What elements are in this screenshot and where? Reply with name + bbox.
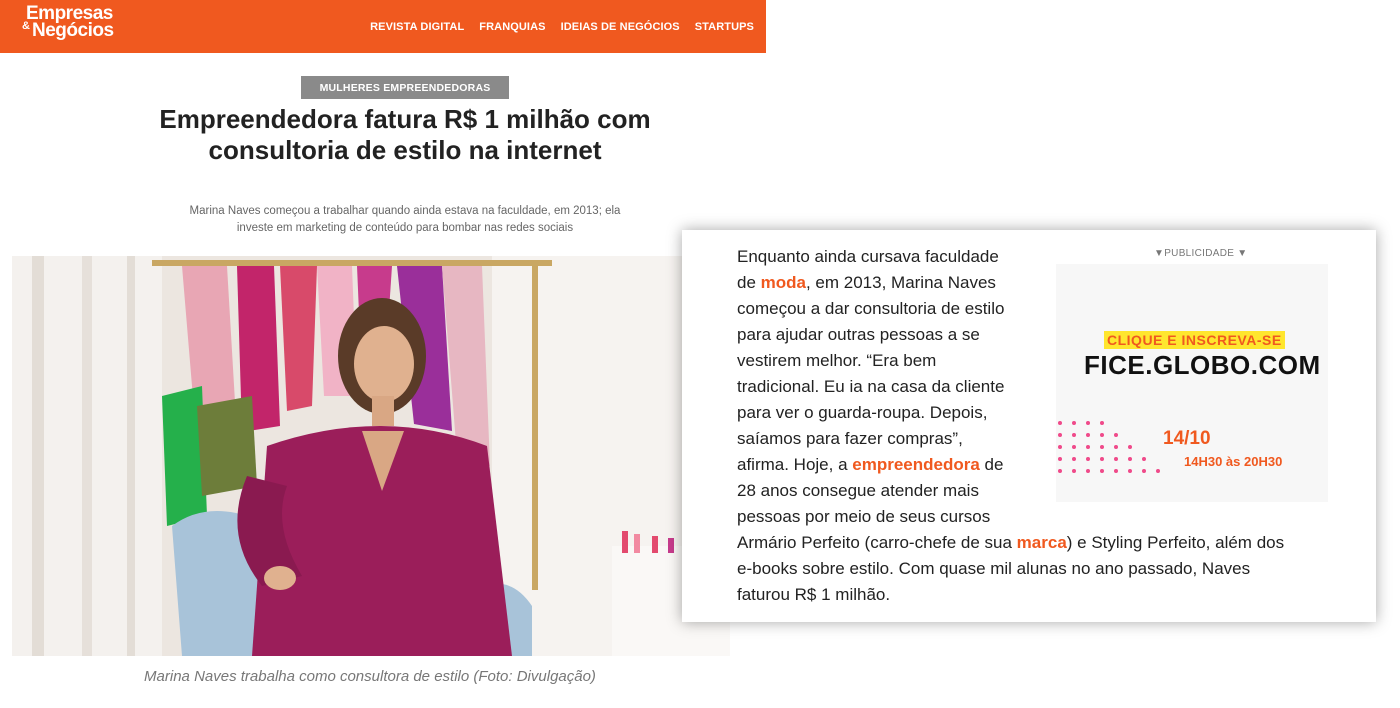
ad-dots-decoration: [1058, 421, 1160, 473]
body-text-segment: tradicional. Eu ia na casa da cliente: [737, 377, 1005, 396]
site-logo[interactable]: Empresas & Negócios: [22, 4, 116, 47]
article-body-card: Enquanto ainda cursava faculdade de moda,…: [682, 230, 1376, 622]
body-text-segment: faturou R$ 1 milhão.: [737, 585, 891, 604]
keyword-link[interactable]: marca: [1017, 533, 1067, 552]
photo-caption: Marina Naves trabalha como consultora de…: [144, 668, 596, 685]
ad-site[interactable]: FICE.GLOBO.COM: [1084, 350, 1321, 381]
body-text-segment: vestirem melhor. “Era bem: [737, 351, 937, 370]
ad-date: 14/10: [1163, 428, 1211, 449]
body-text-segment: , em 2013, Marina Naves: [805, 273, 996, 292]
body-line: pessoas por meio de seus cursos: [737, 504, 1337, 530]
nav-franquias[interactable]: FRANQUIAS: [479, 21, 545, 33]
category-tag[interactable]: MULHERES EMPREENDEDORAS: [301, 76, 509, 99]
keyword-link[interactable]: moda: [761, 273, 806, 292]
logo-line-2: Negócios: [32, 20, 114, 42]
advertisement[interactable]: CLIQUE E INSCREVA-SE FICE.GLOBO.COM 14/1…: [1056, 264, 1328, 502]
body-text-segment: Enquanto ainda cursava faculdade: [737, 247, 999, 266]
body-text-segment: de: [979, 455, 1004, 474]
article-title: Empreendedora fatura R$ 1 milhão com con…: [159, 104, 651, 165]
keyword-link[interactable]: empreendedora: [852, 455, 980, 474]
body-text-segment: começou a dar consultoria de estilo: [737, 299, 1005, 318]
ad-cta[interactable]: CLIQUE E INSCREVA-SE: [1104, 331, 1285, 349]
body-text-segment: ) e Styling Perfeito, além dos: [1066, 533, 1285, 552]
ad-time: 14H30 às 20H30: [1184, 454, 1283, 469]
main-nav: REVISTA DIGITAL FRANQUIAS IDEIAS DE NEGÓ…: [370, 0, 754, 53]
body-text-segment: e-books sobre estilo. Com quase mil alun…: [737, 559, 1251, 578]
body-text-segment: para ver o guarda-roupa. Depois,: [737, 403, 988, 422]
nav-ideias-de-negocios[interactable]: IDEIAS DE NEGÓCIOS: [561, 21, 680, 33]
body-text-segment: afirma. Hoje, a: [737, 455, 853, 474]
body-line: Armário Perfeito (carro-chefe de sua mar…: [737, 530, 1337, 556]
body-text-segment: Armário Perfeito (carro-chefe de sua: [737, 533, 1017, 552]
body-line: faturou R$ 1 milhão.: [737, 582, 1337, 608]
nav-revista-digital[interactable]: REVISTA DIGITAL: [370, 21, 464, 33]
logo-ampersand: &: [22, 20, 30, 32]
body-text-segment: saíamos para fazer compras”,: [737, 429, 963, 448]
body-text-segment: 28 anos consegue atender mais: [737, 481, 979, 500]
body-text-segment: de: [737, 273, 761, 292]
body-text-segment: pessoas por meio de seus cursos: [737, 507, 991, 526]
article-photo: [12, 256, 730, 656]
article-photo-illustration: [12, 256, 730, 656]
ad-label: ▼PUBLICIDADE ▼: [1154, 248, 1248, 259]
body-text-segment: para ajudar outras pessoas a se: [737, 325, 980, 344]
article-subtitle: Marina Naves começou a trabalhar quando …: [189, 205, 621, 234]
site-header: Empresas & Negócios REVISTA DIGITAL FRAN…: [0, 0, 766, 53]
nav-startups[interactable]: STARTUPS: [695, 21, 754, 33]
body-line: e-books sobre estilo. Com quase mil alun…: [737, 556, 1337, 582]
